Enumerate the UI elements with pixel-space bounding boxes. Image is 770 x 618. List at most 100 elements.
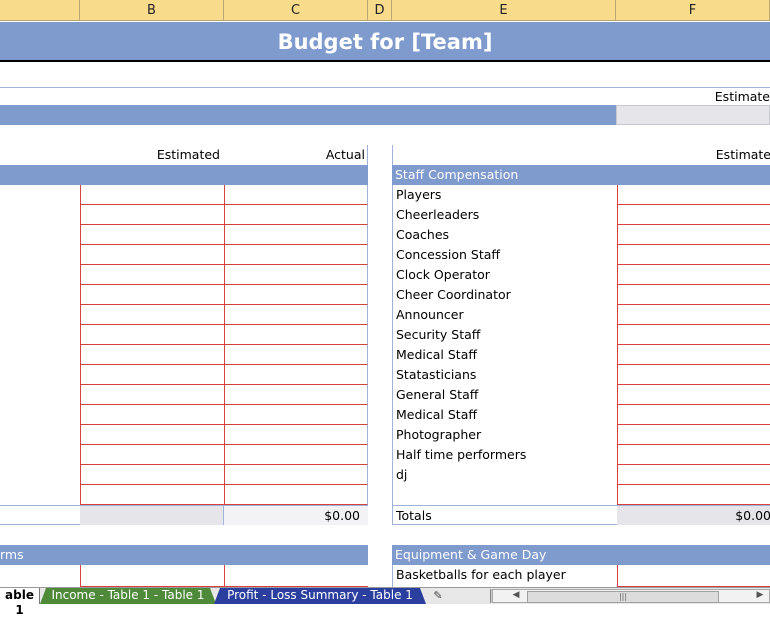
- left-estimated-cell[interactable]: [80, 485, 224, 505]
- right-estimated-cell[interactable]: [617, 385, 770, 405]
- left-item-cell[interactable]: [0, 185, 80, 205]
- left-item-cell[interactable]: [0, 385, 80, 405]
- left-actual-cell[interactable]: [224, 185, 368, 205]
- left-next-estimated[interactable]: [80, 565, 224, 587]
- left-actual-cell[interactable]: [224, 205, 368, 225]
- left-item-cell[interactable]: [0, 425, 80, 445]
- left-estimated-cell[interactable]: [80, 445, 224, 465]
- right-estimated-cell[interactable]: [617, 205, 770, 225]
- column-header-a[interactable]: [0, 0, 80, 21]
- left-actual-cell[interactable]: [224, 445, 368, 465]
- left-actual-cell[interactable]: [224, 305, 368, 325]
- left-actual-cell[interactable]: [224, 265, 368, 285]
- left-estimated-cell[interactable]: [80, 425, 224, 445]
- right-item-label[interactable]: Clock Operator: [393, 265, 617, 285]
- left-actual-cell[interactable]: [224, 405, 368, 425]
- column-header-b[interactable]: B: [80, 0, 224, 21]
- left-item-cell[interactable]: [0, 405, 80, 425]
- left-estimated-cell[interactable]: [80, 465, 224, 485]
- left-actual-cell[interactable]: [224, 465, 368, 485]
- right-estimated-cell[interactable]: [617, 225, 770, 245]
- left-estimated-cell[interactable]: [80, 185, 224, 205]
- right-estimated-cell[interactable]: [617, 405, 770, 425]
- right-section-bar[interactable]: Staff Compensation: [392, 165, 770, 185]
- left-item-cell[interactable]: [0, 205, 80, 225]
- left-actual-cell[interactable]: [224, 225, 368, 245]
- left-actual-cell[interactable]: [224, 425, 368, 445]
- right-estimated-cell[interactable]: [617, 325, 770, 345]
- column-header-d[interactable]: D: [368, 0, 392, 21]
- scrollbar-thumb[interactable]: |||: [527, 591, 719, 603]
- right-item-label[interactable]: Medical Staff: [393, 345, 617, 365]
- left-estimated-cell[interactable]: [80, 365, 224, 385]
- left-estimated-cell[interactable]: [80, 225, 224, 245]
- sheet-tab-active[interactable]: able 1: [0, 588, 40, 617]
- right-item-label[interactable]: Concession Staff: [393, 245, 617, 265]
- left-estimated-cell[interactable]: [80, 205, 224, 225]
- left-estimated-cell[interactable]: [80, 345, 224, 365]
- right-item-label[interactable]: Announcer: [393, 305, 617, 325]
- left-item-cell[interactable]: [0, 465, 80, 485]
- left-actual-cell[interactable]: [224, 485, 368, 505]
- right-item-label[interactable]: Cheer Coordinator: [393, 285, 617, 305]
- summary-bar[interactable]: [0, 105, 616, 125]
- right-item-label[interactable]: Statasticians: [393, 365, 617, 385]
- left-item-cell[interactable]: [0, 325, 80, 345]
- right-estimated-cell[interactable]: [617, 465, 770, 485]
- right-item-label[interactable]: Photographer: [393, 425, 617, 445]
- right-item-label[interactable]: Cheerleaders: [393, 205, 617, 225]
- right-estimated-cell[interactable]: [617, 245, 770, 265]
- left-estimated-cell[interactable]: [80, 265, 224, 285]
- sheet-tab-profit-loss[interactable]: Profit - Loss Summary - Table 1: [214, 588, 426, 604]
- left-actual-cell[interactable]: [224, 345, 368, 365]
- left-total-actual[interactable]: $0.00: [224, 506, 368, 525]
- left-actual-cell[interactable]: [224, 365, 368, 385]
- left-estimated-cell[interactable]: [80, 245, 224, 265]
- right-estimated-cell[interactable]: [617, 445, 770, 465]
- right-item-label[interactable]: [393, 485, 617, 505]
- left-actual-cell[interactable]: [224, 325, 368, 345]
- new-sheet-icon[interactable]: ✎: [428, 588, 448, 604]
- left-estimated-cell[interactable]: [80, 385, 224, 405]
- scroll-left-icon[interactable]: ◀: [509, 588, 523, 602]
- left-total-estimated[interactable]: [80, 506, 224, 525]
- right-item-label[interactable]: Coaches: [393, 225, 617, 245]
- left-estimated-cell[interactable]: [80, 305, 224, 325]
- right-next-section[interactable]: Equipment & Game Day: [392, 545, 770, 565]
- left-item-cell[interactable]: [0, 345, 80, 365]
- right-item-label[interactable]: Security Staff: [393, 325, 617, 345]
- left-item-cell[interactable]: [0, 245, 80, 265]
- sheet-tab-income[interactable]: Income - Table 1 - Table 1: [40, 588, 216, 604]
- left-item-cell[interactable]: [0, 265, 80, 285]
- right-estimated-cell[interactable]: [617, 185, 770, 205]
- scroll-right-icon[interactable]: ▶: [753, 588, 767, 602]
- summary-estimate-cell[interactable]: [616, 105, 770, 125]
- column-header-f[interactable]: F: [616, 0, 770, 21]
- left-item-cell[interactable]: [0, 485, 80, 505]
- left-next-section[interactable]: rms: [0, 545, 368, 565]
- right-item-label[interactable]: Medical Staff: [393, 405, 617, 425]
- right-estimated-cell[interactable]: [617, 305, 770, 325]
- left-actual-cell[interactable]: [224, 245, 368, 265]
- horizontal-scrollbar[interactable]: |||: [492, 589, 770, 603]
- summary-estimated-label[interactable]: Estimate: [616, 88, 770, 105]
- left-section-bar[interactable]: [0, 165, 368, 185]
- right-estimated-cell[interactable]: [617, 365, 770, 385]
- right-item-label[interactable]: dj: [393, 465, 617, 485]
- right-next-item[interactable]: Basketballs for each player: [393, 565, 617, 585]
- left-actual-cell[interactable]: [224, 385, 368, 405]
- left-item-cell[interactable]: [0, 445, 80, 465]
- right-next-estimated[interactable]: [617, 565, 770, 587]
- right-totals-value[interactable]: $0.00: [617, 506, 770, 525]
- left-estimated-cell[interactable]: [80, 405, 224, 425]
- page-title[interactable]: Budget for [Team]: [0, 22, 770, 62]
- left-item-cell[interactable]: [0, 305, 80, 325]
- left-estimated-cell[interactable]: [80, 325, 224, 345]
- left-next-actual[interactable]: [224, 565, 368, 587]
- left-item-cell[interactable]: [0, 365, 80, 385]
- right-estimated-cell[interactable]: [617, 265, 770, 285]
- left-item-cell[interactable]: [0, 285, 80, 305]
- left-estimated-cell[interactable]: [80, 285, 224, 305]
- right-estimated-cell[interactable]: [617, 485, 770, 505]
- left-item-cell[interactable]: [0, 225, 80, 245]
